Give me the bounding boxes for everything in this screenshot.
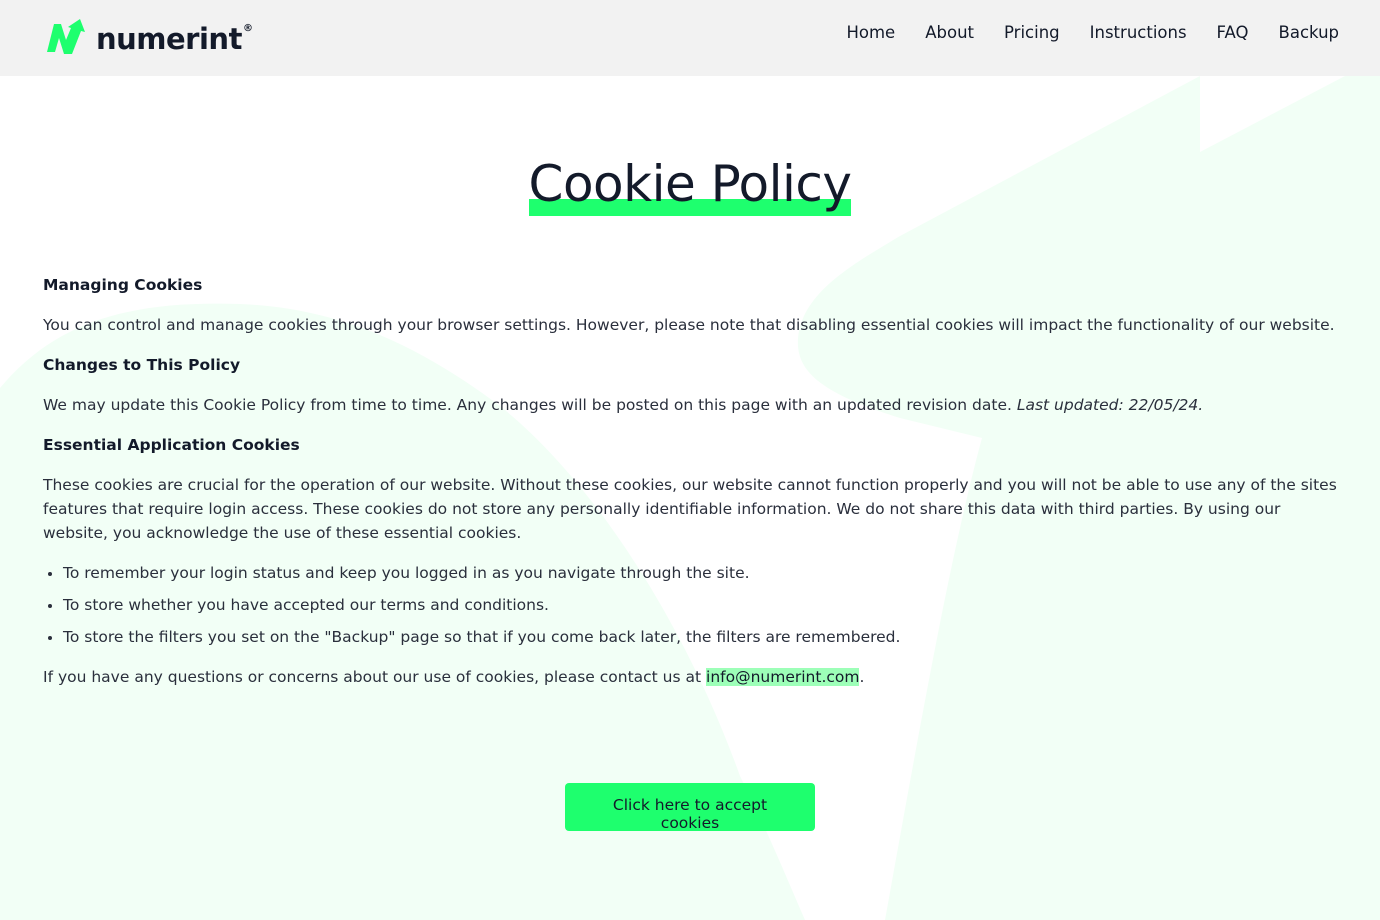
title-wrapper: Cookie Policy (43, 154, 1337, 216)
list-item: To store whether you have accepted our t… (63, 593, 1337, 617)
nav-backup[interactable]: Backup (1279, 23, 1339, 42)
main-content: Cookie Policy Managing Cookies You can c… (0, 154, 1380, 832)
registered-mark: ® (242, 22, 253, 34)
last-updated: Last updated: 22/05/24. (1016, 396, 1204, 414)
nav-pricing[interactable]: Pricing (1004, 23, 1060, 42)
essential-cookies-heading: Essential Application Cookies (43, 436, 300, 454)
changes-heading: Changes to This Policy (43, 356, 241, 374)
brand-name: numerint (96, 22, 242, 56)
changes-body: We may update this Cookie Policy from ti… (43, 396, 1017, 414)
list-item: To store the filters you set on the "Bac… (63, 625, 1337, 649)
essential-cookies-list: To remember your login status and keep y… (63, 561, 1337, 649)
contact-prefix: If you have any questions or concerns ab… (43, 668, 707, 686)
changes-text: We may update this Cookie Policy from ti… (43, 393, 1337, 417)
list-item: To remember your login status and keep y… (63, 561, 1337, 585)
contact-text: If you have any questions or concerns ab… (43, 665, 1337, 689)
logo-link[interactable]: numerint ® (44, 18, 253, 58)
policy-content: Managing Cookies You can control and man… (43, 273, 1337, 689)
page-title: Cookie Policy (528, 154, 852, 216)
contact-suffix: . (859, 668, 865, 686)
managing-cookies-heading: Managing Cookies (43, 276, 203, 294)
contact-email-link[interactable]: info@numerint.com (706, 668, 860, 686)
nav-faq[interactable]: FAQ (1217, 23, 1249, 42)
page-title-text: Cookie Policy (528, 155, 852, 213)
essential-cookies-text: These cookies are crucial for the operat… (43, 476, 1337, 542)
managing-cookies-text: You can control and manage cookies throu… (43, 316, 1335, 334)
accept-cookies-button[interactable]: Click here to accept cookies (565, 783, 815, 832)
nav-instructions[interactable]: Instructions (1090, 23, 1187, 42)
nav-home[interactable]: Home (846, 23, 895, 42)
nav-about[interactable]: About (925, 23, 974, 42)
main-nav: Home About Pricing Instructions FAQ Back… (816, 23, 1339, 48)
accept-button-wrapper: Click here to accept cookies (43, 783, 1337, 832)
top-navbar: numerint ® Home About Pricing Instructio… (0, 0, 1380, 76)
n-arrow-logo-icon (47, 19, 85, 54)
